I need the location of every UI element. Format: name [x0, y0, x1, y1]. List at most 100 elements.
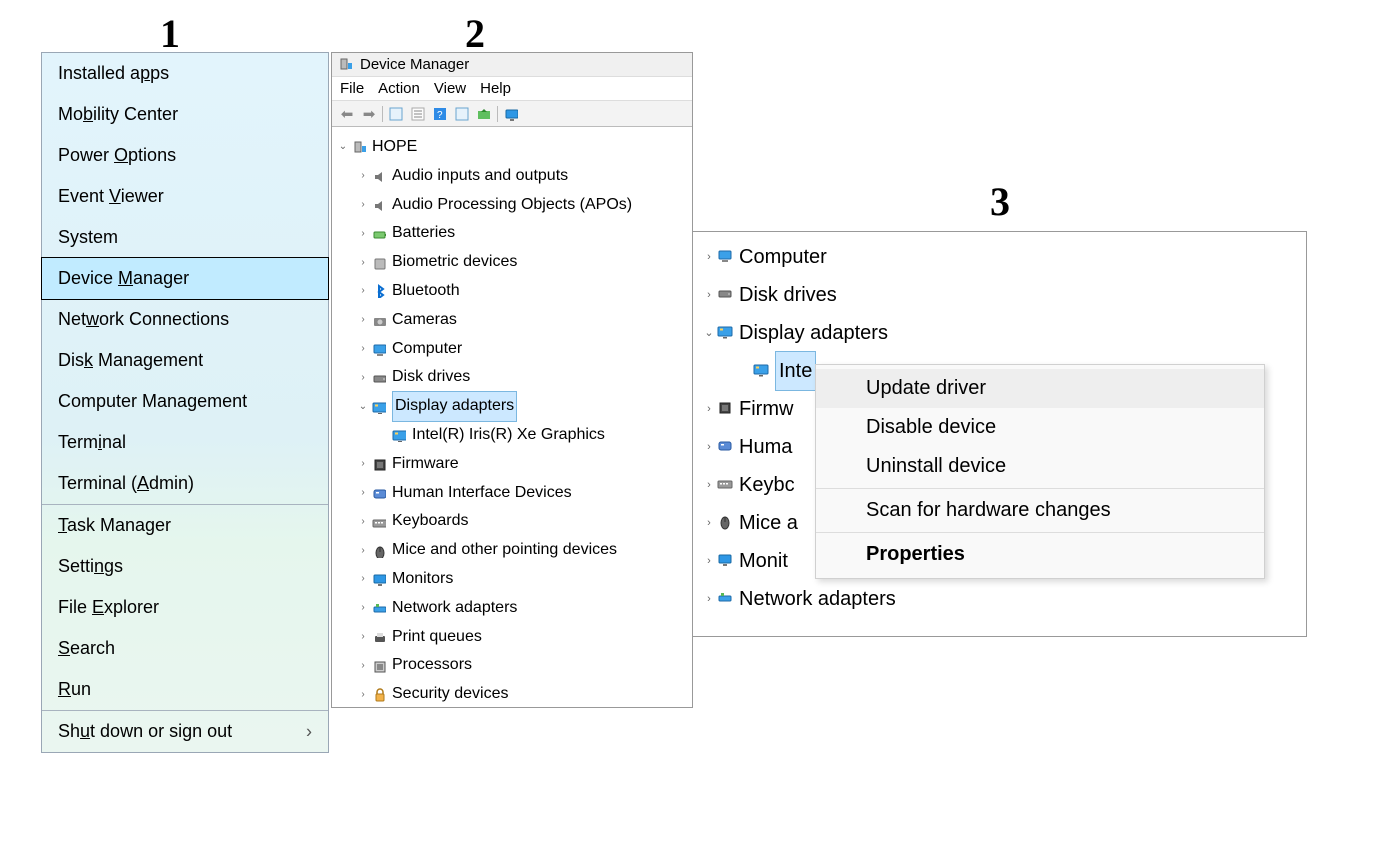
expand-icon[interactable]: › — [356, 542, 370, 560]
context-item-properties[interactable]: Properties — [816, 535, 1264, 574]
tree-node-computer[interactable]: ›Computer — [336, 335, 688, 364]
expand-icon[interactable]: › — [701, 589, 717, 610]
tree-node-processors[interactable]: ›Processors — [336, 651, 688, 680]
expand-icon[interactable]: › — [356, 628, 370, 646]
tree-node-human-interface-devices[interactable]: ›Human Interface Devices — [336, 479, 688, 508]
help-button[interactable]: ? — [431, 105, 449, 123]
expand-icon[interactable]: › — [356, 513, 370, 531]
winx-item-search[interactable]: Search — [42, 628, 328, 669]
menu-action[interactable]: Action — [378, 80, 420, 97]
menu-help[interactable]: Help — [480, 80, 511, 97]
enable-button[interactable] — [502, 105, 520, 123]
expand-icon[interactable]: › — [356, 167, 370, 185]
tree-root-label: HOPE — [372, 133, 417, 162]
winx-item-shut-down-or-sign-out[interactable]: Shut down or sign out› — [42, 711, 328, 752]
tree-root[interactable]: ⌄ HOPE — [336, 133, 688, 162]
expand-icon[interactable]: › — [356, 282, 370, 300]
update-driver-button[interactable] — [475, 105, 493, 123]
expand-icon[interactable]: › — [701, 399, 717, 420]
expand-icon[interactable]: › — [356, 570, 370, 588]
context-item-scan-for-hardware-changes[interactable]: Scan for hardware changes — [816, 491, 1264, 530]
back-button[interactable]: ⬅ — [338, 105, 356, 123]
tree-node-mice-and-other-pointing-devices[interactable]: › Mice and other pointing devices — [336, 536, 688, 565]
winx-item-installed-apps[interactable]: Installed apps — [42, 53, 328, 94]
tree-leaf-intel-r-iris-r-xe-graphics[interactable]: Intel(R) Iris(R) Xe Graphics — [336, 421, 688, 450]
properties-button[interactable] — [409, 105, 427, 123]
tree-node-batteries[interactable]: ›Batteries — [336, 219, 688, 248]
expand-icon[interactable]: › — [701, 551, 717, 572]
expand-icon[interactable]: › — [356, 599, 370, 617]
window-titlebar[interactable]: Device Manager — [332, 53, 692, 77]
tree-node-disk-drives[interactable]: › Disk drives — [336, 363, 688, 392]
expand-icon[interactable]: › — [356, 225, 370, 243]
scan-button[interactable] — [453, 105, 471, 123]
tree-node-bluetooth[interactable]: ›Bluetooth — [336, 277, 688, 306]
winx-item-terminal[interactable]: Terminal — [42, 422, 328, 463]
show-hidden-button[interactable] — [387, 105, 405, 123]
winx-item-power-options[interactable]: Power Options — [42, 135, 328, 176]
expand-icon[interactable]: › — [356, 455, 370, 473]
context-item-uninstall-device[interactable]: Uninstall device — [816, 447, 1264, 486]
tree-node-label: Disk drives — [392, 363, 470, 392]
winx-item-mobility-center[interactable]: Mobility Center — [42, 94, 328, 135]
monitor-icon — [370, 572, 388, 586]
winx-item-computer-management[interactable]: Computer Management — [42, 381, 328, 422]
tree-node-network-adapters[interactable]: ›Network adapters — [701, 580, 1298, 618]
tree-node-print-queues[interactable]: ›Print queues — [336, 623, 688, 652]
cpu-icon — [370, 659, 388, 673]
expand-icon[interactable]: › — [356, 369, 370, 387]
computer-icon — [350, 140, 368, 154]
winx-item-run[interactable]: Run — [42, 669, 328, 710]
tree-node-security-devices[interactable]: ›Security devices — [336, 680, 688, 707]
winx-item-disk-management[interactable]: Disk Management — [42, 340, 328, 381]
expand-icon[interactable]: › — [701, 513, 717, 534]
tree-node-audio-processing-objects-apos-[interactable]: ›Audio Processing Objects (APOs) — [336, 191, 688, 220]
context-item-update-driver[interactable]: Update driver — [816, 369, 1264, 408]
svg-text:?: ? — [437, 110, 443, 121]
menubar: File Action View Help — [332, 77, 692, 101]
tree-node-computer[interactable]: ›Computer — [701, 238, 1298, 276]
tree-node-firmware[interactable]: ›Firmware — [336, 450, 688, 479]
expand-icon[interactable]: › — [701, 475, 717, 496]
tree-node-display-adapters[interactable]: ⌄Display adapters — [336, 392, 688, 421]
winx-item-network-connections[interactable]: Network Connections — [42, 299, 328, 340]
tree-node-network-adapters[interactable]: ›Network adapters — [336, 594, 688, 623]
tree-node-label: Mice and other pointing devices — [392, 536, 617, 565]
winx-item-terminal-admin-[interactable]: Terminal (Admin) — [42, 463, 328, 504]
security-icon — [370, 688, 388, 702]
winx-item-settings[interactable]: Settings — [42, 546, 328, 587]
tree-node-monitors[interactable]: ›Monitors — [336, 565, 688, 594]
expand-icon[interactable]: › — [356, 484, 370, 502]
device-tree: ⌄ HOPE›Audio inputs and outputs›Audio Pro… — [332, 127, 692, 707]
expand-icon[interactable]: ⌄ — [356, 398, 370, 416]
expand-icon[interactable]: ⌄ — [701, 323, 717, 344]
tree-node-label: Firmw — [739, 390, 793, 428]
winx-item-event-viewer[interactable]: Event Viewer — [42, 176, 328, 217]
menu-file[interactable]: File — [340, 80, 364, 97]
expand-icon[interactable]: › — [701, 285, 717, 306]
winx-item-system[interactable]: System — [42, 217, 328, 258]
expand-icon[interactable]: › — [356, 340, 370, 358]
expand-icon[interactable]: › — [701, 437, 717, 458]
winx-item-device-manager[interactable]: Device Manager — [41, 257, 329, 300]
winx-item-task-manager[interactable]: Task Manager — [42, 505, 328, 546]
tree-node-biometric-devices[interactable]: ›Biometric devices — [336, 248, 688, 277]
tree-node-disk-drives[interactable]: ›Disk drives — [701, 276, 1298, 314]
winx-item-file-explorer[interactable]: File Explorer — [42, 587, 328, 628]
expand-icon[interactable]: › — [701, 247, 717, 268]
tree-node-keyboards[interactable]: ›Keyboards — [336, 507, 688, 536]
expand-icon[interactable]: › — [356, 686, 370, 704]
expand-icon[interactable]: › — [356, 196, 370, 214]
expand-icon[interactable]: › — [356, 254, 370, 272]
expand-icon[interactable]: › — [356, 657, 370, 675]
tree-node-audio-inputs-and-outputs[interactable]: ›Audio inputs and outputs — [336, 162, 688, 191]
context-item-disable-device[interactable]: Disable device — [816, 408, 1264, 447]
menu-view[interactable]: View — [434, 80, 466, 97]
device-manager-icon — [338, 57, 354, 73]
collapse-icon[interactable]: ⌄ — [336, 138, 350, 156]
context-separator — [816, 488, 1264, 489]
tree-node-display-adapters[interactable]: ⌄Display adapters — [701, 314, 1298, 352]
tree-node-cameras[interactable]: ›Cameras — [336, 306, 688, 335]
forward-button[interactable]: ➡ — [360, 105, 378, 123]
expand-icon[interactable]: › — [356, 311, 370, 329]
